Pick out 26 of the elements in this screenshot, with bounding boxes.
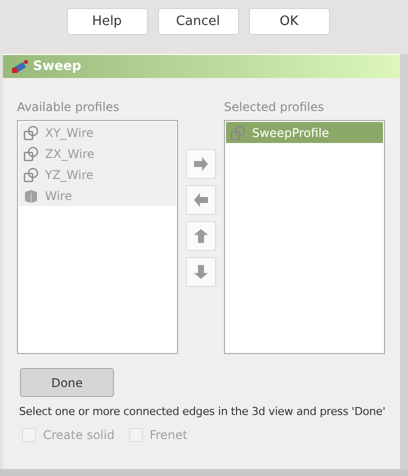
arrow-up-icon — [194, 228, 208, 244]
dialog-button[interactable]: Cancel — [158, 8, 238, 35]
arrow-left-icon — [193, 193, 209, 207]
arrow-button[interactable] — [186, 149, 216, 179]
sweep-icon — [11, 58, 29, 74]
arrow-button[interactable] — [186, 221, 216, 251]
list-caption: Selected profiles — [224, 100, 325, 114]
dialog-button[interactable]: Help — [66, 8, 148, 35]
checkbox-label: Create solid — [43, 428, 115, 442]
scrollbar[interactable] — [400, 54, 408, 469]
arrow-right-icon — [193, 157, 209, 171]
arrow-button[interactable] — [186, 257, 216, 287]
arrow-button[interactable] — [186, 185, 216, 215]
list-caption: Available profiles — [17, 100, 120, 114]
checkbox-label: Frenet — [150, 428, 188, 442]
dialog-button[interactable]: OK — [248, 8, 330, 35]
done-button[interactable]: Done — [20, 368, 114, 397]
wire-icon — [23, 146, 39, 162]
wire-icon — [23, 124, 39, 140]
cube-icon — [23, 188, 39, 204]
wire-icon — [23, 166, 39, 182]
wire-icon — [230, 124, 246, 140]
profile-item[interactable]: SweepProfile — [226, 122, 383, 143]
panel-title: Sweep — [33, 59, 82, 74]
hint-text: Select one or more connected edges in the 3d view and press 'Done' — [19, 405, 386, 418]
arrow-down-icon — [194, 264, 208, 280]
